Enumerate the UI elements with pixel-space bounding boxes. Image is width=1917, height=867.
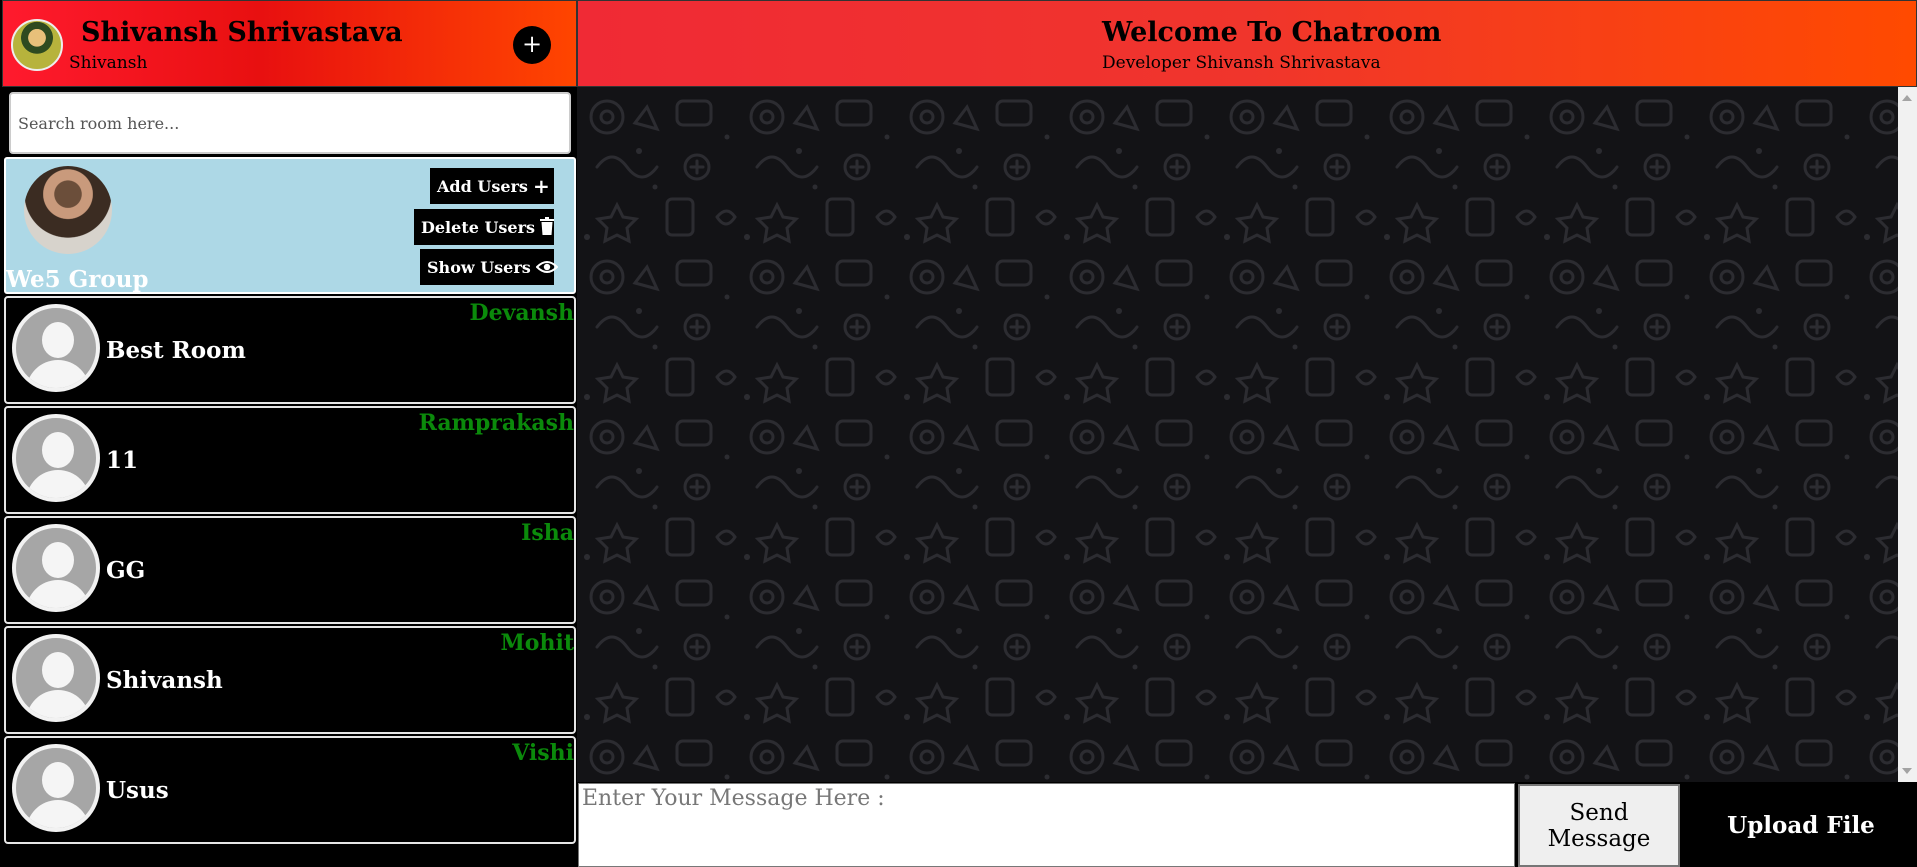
show-users-label: Show Users: [427, 257, 531, 277]
message-input[interactable]: [578, 783, 1515, 867]
show-users-button[interactable]: Show Users: [420, 249, 559, 285]
scroll-down-arrow-icon[interactable]: [1902, 768, 1912, 774]
profile-header: Shivansh Shrivastava Shivansh +: [2, 0, 577, 87]
room-name: Shivansh: [106, 667, 223, 694]
message-scrollbar[interactable]: [1898, 87, 1917, 782]
eye-icon: [535, 257, 559, 277]
room-name: Best Room: [106, 337, 246, 364]
add-users-label: Add Users: [437, 176, 528, 196]
room-avatar: [12, 744, 100, 832]
user-username: Shivansh: [69, 53, 148, 73]
search-box: [9, 92, 571, 154]
upload-file-button[interactable]: Upload File: [1685, 784, 1917, 867]
active-room-name: We5 Group: [6, 266, 149, 293]
send-message-button[interactable]: Send Message: [1518, 784, 1680, 867]
room-name: Usus: [106, 777, 169, 804]
plus-icon: +: [532, 174, 550, 198]
chat-title: Welcome To Chatroom: [1102, 17, 1442, 48]
delete-users-label: Delete Users: [421, 217, 536, 237]
scroll-up-arrow-icon[interactable]: [1902, 95, 1912, 101]
chat-panel: Welcome To Chatroom Developer Shivansh S…: [577, 0, 1917, 867]
room-item[interactable]: Shivansh Mohit: [4, 626, 576, 734]
room-avatar: [12, 634, 100, 722]
chat-header: Welcome To Chatroom Developer Shivansh S…: [577, 0, 1917, 87]
chat-app: Shivansh Shrivastava Shivansh + We5 Grou…: [0, 0, 1917, 867]
search-input[interactable]: [11, 94, 569, 152]
room-last-user: Devansh: [469, 300, 575, 326]
active-room-card[interactable]: We5 Group Add Users + Delete Users Show …: [4, 157, 576, 294]
doodle-pattern: [577, 87, 1898, 782]
room-name: 11: [106, 447, 139, 474]
room-item[interactable]: Usus Vishi: [4, 736, 576, 844]
room-last-user: Vishi: [512, 740, 574, 766]
chat-subtitle: Developer Shivansh Shrivastava: [1102, 53, 1381, 73]
add-room-button[interactable]: +: [513, 26, 551, 64]
sidebar: Shivansh Shrivastava Shivansh + We5 Grou…: [0, 0, 577, 867]
room-item[interactable]: Best Room Devansh: [4, 296, 576, 404]
room-avatar: [12, 304, 100, 392]
user-avatar[interactable]: [11, 19, 63, 71]
room-avatar: [12, 414, 100, 502]
delete-users-button[interactable]: Delete Users: [414, 209, 555, 245]
room-avatar: [12, 524, 100, 612]
message-composer: Send Message Upload File: [577, 782, 1917, 867]
room-item[interactable]: GG Isha: [4, 516, 576, 624]
room-avatar: [24, 166, 112, 254]
room-last-user: Ramprakash: [418, 410, 574, 436]
trash-icon: [540, 216, 555, 238]
message-area[interactable]: [577, 87, 1898, 782]
user-display-name: Shivansh Shrivastava: [81, 17, 403, 48]
room-item[interactable]: 11 Ramprakash: [4, 406, 576, 514]
add-users-button[interactable]: Add Users +: [430, 168, 554, 204]
room-last-user: Mohit: [500, 630, 574, 656]
room-last-user: Isha: [521, 520, 574, 546]
room-name: GG: [106, 557, 146, 584]
